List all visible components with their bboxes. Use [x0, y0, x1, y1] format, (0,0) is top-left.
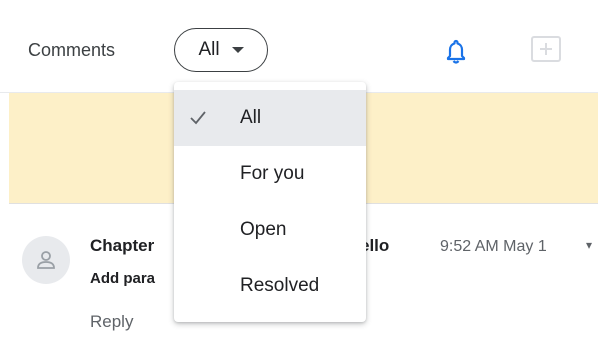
menu-item-all[interactable]: All [174, 90, 366, 146]
check-icon [190, 111, 206, 125]
menu-item-for-you[interactable]: For you [174, 146, 366, 202]
menu-item-label: For you [240, 163, 305, 184]
filter-value: All [198, 39, 220, 60]
comments-title: Comments [28, 40, 116, 60]
caret-down-icon [231, 47, 244, 53]
menu-item-open[interactable]: Open [174, 202, 366, 258]
comments-header: Comments All [0, 0, 598, 93]
comment-title-left: Chapter [90, 236, 155, 255]
reply-link[interactable]: Reply [90, 312, 133, 332]
comment-filter-dropdown[interactable]: All [174, 28, 268, 72]
person-icon [37, 251, 55, 269]
avatar [22, 236, 70, 284]
filter-menu: All For you Open Resolved [174, 82, 366, 322]
comment-subtitle: Add para [90, 270, 156, 287]
comment-time: 9:52 AM May 1 [440, 238, 547, 255]
bell-icon[interactable] [444, 39, 468, 65]
menu-item-resolved[interactable]: Resolved [174, 258, 366, 314]
more-options-icon[interactable]: ▾ [586, 238, 592, 252]
menu-item-label: Open [240, 219, 287, 240]
menu-item-label: Resolved [240, 275, 320, 296]
add-comment-icon[interactable] [530, 35, 562, 65]
menu-item-label: All [240, 107, 262, 128]
